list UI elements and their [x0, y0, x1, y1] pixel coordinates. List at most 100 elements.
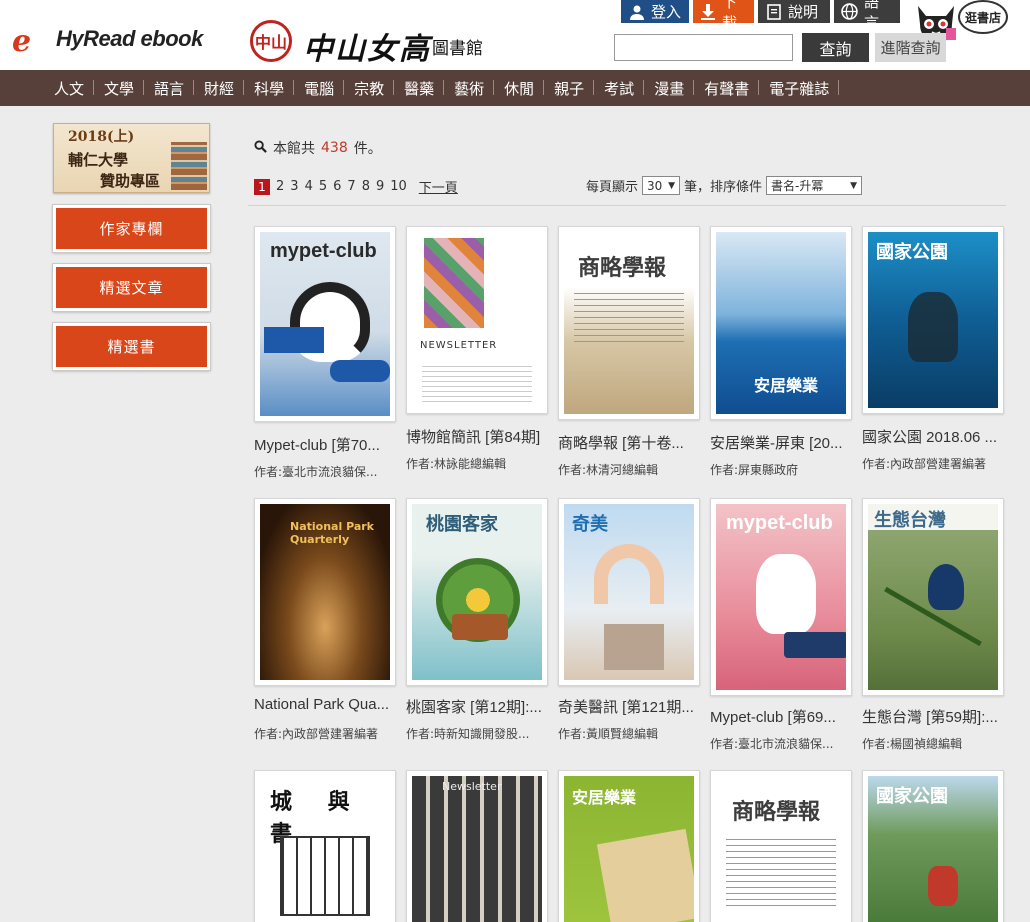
download-icon: [700, 3, 716, 20]
page-4[interactable]: 4: [305, 179, 313, 194]
book-author: 作者:臺北市流浪貓保...: [710, 737, 834, 751]
bookstore-bubble[interactable]: 逛書店: [958, 0, 1008, 34]
nav-item-computer[interactable]: 電腦: [294, 78, 345, 99]
book-title[interactable]: 奇美醫訊 [第121期...: [558, 696, 703, 717]
nav-item-finance[interactable]: 財經: [194, 78, 245, 99]
per-page-label: 每頁顯示: [586, 180, 639, 195]
book-author: 作者:時新知識開發股...: [406, 727, 530, 741]
book-title[interactable]: 生態台灣 [第59期]:...: [862, 706, 1007, 727]
book-cover[interactable]: Newsletter: [406, 770, 548, 922]
page-7[interactable]: 7: [347, 179, 355, 194]
download-button[interactable]: 下載: [693, 0, 754, 32]
nav-item-emagazines[interactable]: 電子雜誌: [759, 78, 840, 99]
nav-item-language[interactable]: 語言: [144, 78, 195, 99]
category-nav: 人文 文學 語言 財經 科學 電腦 宗教 醫藥 藝術 休閒 親子 考試 漫畫 有…: [0, 70, 1030, 106]
cover-title: NEWSLETTER: [420, 340, 498, 351]
book-cover[interactable]: mypet-club: [254, 226, 396, 422]
book-author: 作者:內政部營建署編著: [862, 457, 987, 471]
book-title[interactable]: Mypet-club [第70...: [254, 434, 399, 455]
search-input[interactable]: [614, 34, 793, 61]
promo-year: 2018(上): [68, 129, 135, 145]
book-cover[interactable]: NEWSLETTER: [406, 226, 548, 414]
document-icon: [765, 3, 782, 20]
book-title[interactable]: 博物館簡訊 [第84期]: [406, 426, 551, 447]
book-cover[interactable]: National Park Quarterly: [254, 498, 396, 686]
nav-item-art[interactable]: 藝術: [444, 78, 495, 99]
author-column-button[interactable]: 作家專欄: [52, 204, 211, 253]
logo-e: e: [12, 24, 32, 59]
advanced-search-button[interactable]: 進階查詢: [875, 33, 946, 62]
login-button[interactable]: 登入: [621, 0, 689, 23]
search-icon: [254, 139, 267, 157]
page-3[interactable]: 3: [290, 179, 298, 194]
cover-title: Newsletter: [442, 780, 502, 793]
search-button[interactable]: 查詢: [802, 33, 869, 62]
page-10[interactable]: 10: [390, 179, 407, 194]
cover-title: 國家公園: [876, 242, 948, 263]
logo-text: HyRead ebook: [56, 26, 203, 51]
page-8[interactable]: 8: [362, 179, 370, 194]
nav-item-humanities[interactable]: 人文: [44, 78, 95, 99]
divider: [248, 205, 1006, 206]
nav-item-literature[interactable]: 文學: [94, 78, 145, 99]
book-cover[interactable]: 國家公園: [862, 226, 1004, 414]
book-cover[interactable]: mypet-club: [710, 498, 852, 696]
page-5[interactable]: 5: [319, 179, 327, 194]
book-title[interactable]: 桃園客家 [第12期]:...: [406, 696, 551, 717]
book-author: 作者:屏東縣政府: [710, 463, 799, 477]
book-cover[interactable]: 商略學報: [710, 770, 852, 922]
language-button[interactable]: 語言: [834, 0, 900, 32]
book-cover[interactable]: 奇美: [558, 498, 700, 686]
nav-item-comics[interactable]: 漫畫: [644, 78, 695, 99]
cover-title: 安居樂業: [754, 376, 819, 395]
featured-articles-button[interactable]: 精選文章: [52, 263, 211, 312]
book-title[interactable]: 商略學報 [第十卷...: [558, 432, 703, 453]
sort-select[interactable]: 書名-升冪 ▼: [766, 176, 863, 195]
nav-item-exam[interactable]: 考試: [594, 78, 645, 99]
book-cover[interactable]: 城 與 書: [254, 770, 396, 922]
book-author: 作者:林詠能總編輯: [406, 457, 507, 471]
book-title[interactable]: National Park Qua...: [254, 696, 399, 713]
next-page-link[interactable]: 下一頁: [419, 177, 458, 196]
result-prefix: 本館共: [273, 141, 315, 157]
hyread-logo[interactable]: e HyRead ebook: [12, 22, 203, 59]
dropdown-arrow-icon: ▼: [850, 180, 858, 191]
school-seal: 中山: [250, 20, 292, 62]
nav-item-audiobooks[interactable]: 有聲書: [694, 78, 760, 99]
nav-item-religion[interactable]: 宗教: [344, 78, 395, 99]
pagination: 1 2 3 4 5 6 7 8 9 10 下一頁: [254, 177, 458, 196]
cover-title: 安居樂業: [572, 788, 637, 807]
cover-title: 生態台灣: [874, 510, 946, 531]
bookshelf-illustration: [171, 142, 207, 190]
book-author: 作者:林清河總編輯: [558, 463, 659, 477]
nav-item-science[interactable]: 科學: [244, 78, 295, 99]
book-cover[interactable]: 安居樂業: [558, 770, 700, 922]
promo-line1: 輔仁大學: [68, 151, 129, 169]
per-page-value: 30: [647, 178, 663, 193]
featured-books-button[interactable]: 精選書: [52, 322, 211, 371]
page-2[interactable]: 2: [276, 179, 284, 194]
library-label: 圖書館: [432, 39, 483, 59]
page-6[interactable]: 6: [333, 179, 341, 194]
sponsor-promo-banner[interactable]: 2018(上) 輔仁大學 贊助專區: [53, 123, 210, 193]
download-label: 下載: [722, 0, 738, 32]
per-page-select[interactable]: 30 ▼: [642, 176, 681, 195]
nav-item-medicine[interactable]: 醫藥: [394, 78, 445, 99]
book-cover[interactable]: 生態台灣: [862, 498, 1004, 696]
school-name: 中山女高: [303, 32, 431, 67]
cover-title: mypet-club: [726, 512, 833, 534]
book-title[interactable]: Mypet-club [第69...: [710, 706, 855, 727]
book-cover[interactable]: 安居樂業: [710, 226, 852, 420]
page-9[interactable]: 9: [376, 179, 384, 194]
book-title[interactable]: 國家公園 2018.06 ...: [862, 426, 1007, 447]
book-cover[interactable]: 商略學報: [558, 226, 700, 420]
book-cover[interactable]: 桃園客家: [406, 498, 548, 686]
user-icon: [628, 3, 645, 20]
nav-item-parenting[interactable]: 親子: [544, 78, 595, 99]
page-1[interactable]: 1: [254, 178, 270, 195]
help-button[interactable]: 說明: [758, 0, 830, 23]
cover-title: 奇美: [572, 514, 608, 535]
nav-item-leisure[interactable]: 休閒: [494, 78, 545, 99]
book-cover[interactable]: 國家公園: [862, 770, 1004, 922]
book-title[interactable]: 安居樂業-屏東 [20...: [710, 432, 855, 453]
